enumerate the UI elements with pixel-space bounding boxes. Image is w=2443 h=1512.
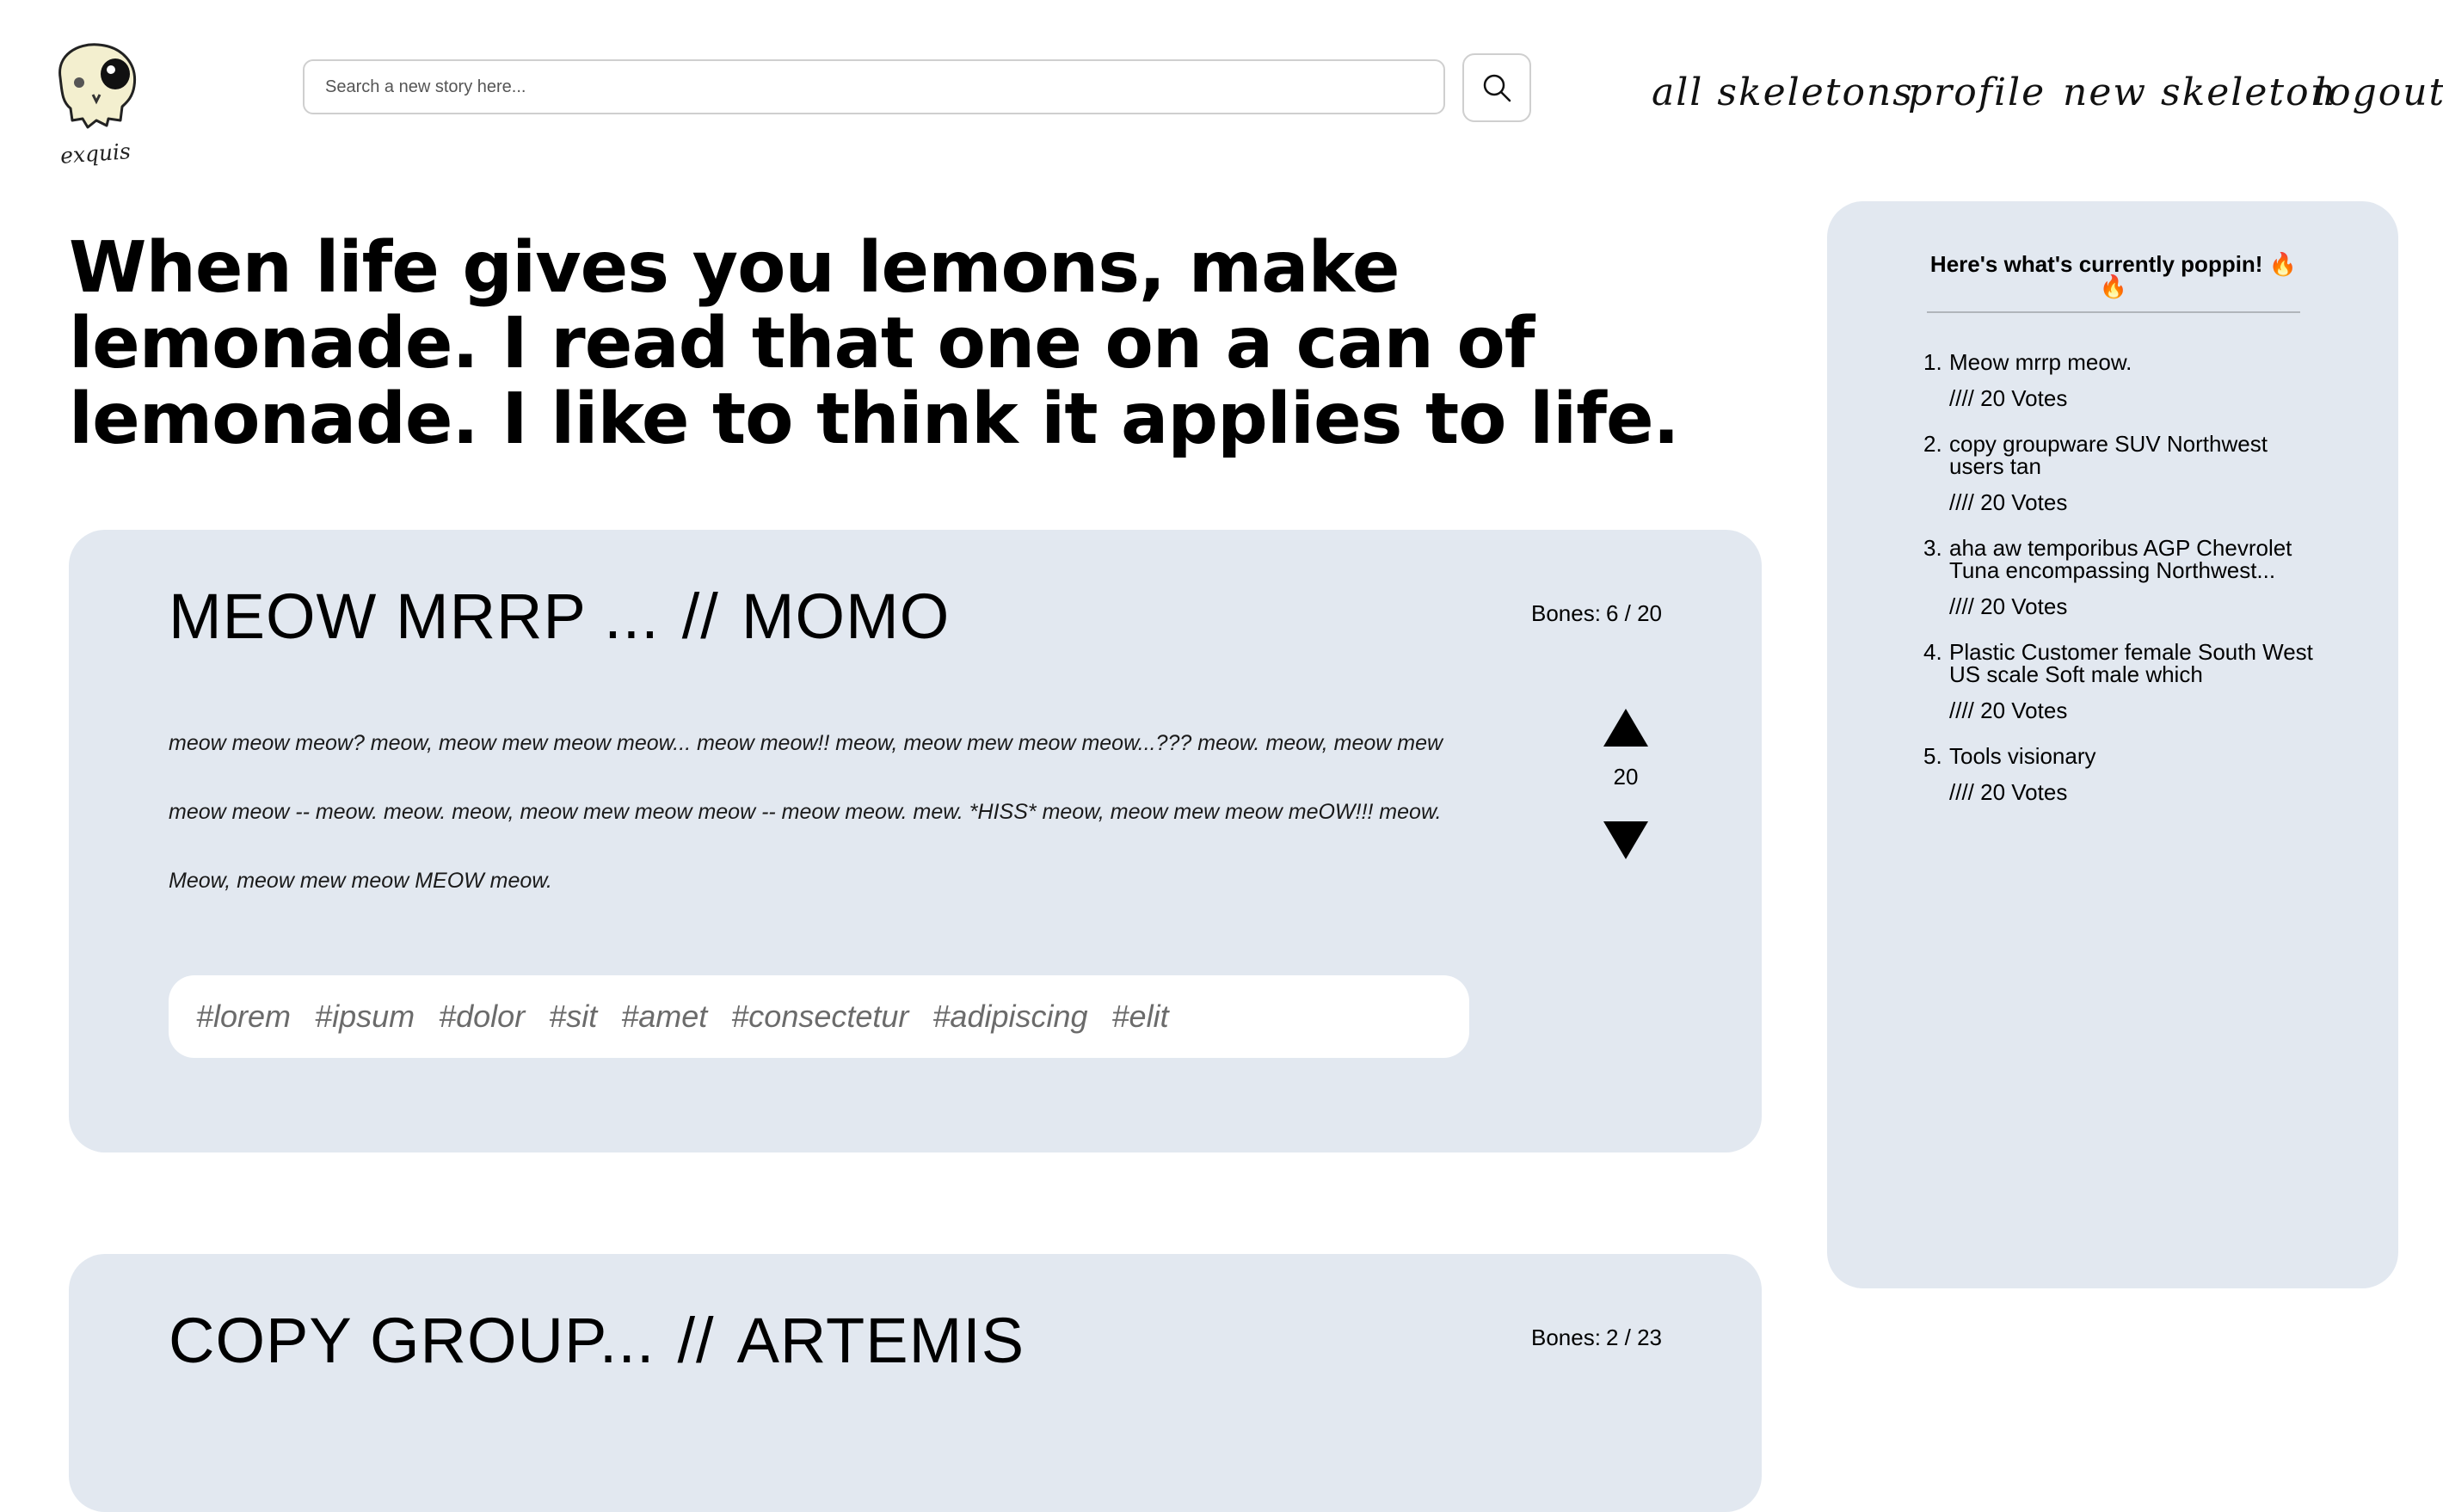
sidebar-divider: [1927, 311, 2300, 313]
bones-value: 6 / 20: [1605, 600, 1662, 626]
trending-title: Meow mrrp meow.: [1949, 349, 2132, 375]
tag[interactable]: #consectetur: [731, 999, 908, 1035]
trending-rank: 4.: [1923, 639, 1942, 665]
story-card[interactable]: COPY GROUP... // ARTEMIS Bones: 2 / 23: [69, 1254, 1762, 1512]
search-button[interactable]: [1462, 53, 1531, 122]
bones-label: Bones:: [1530, 600, 1601, 626]
vote-count: 20: [1613, 764, 1639, 790]
logo-text: exquis: [59, 138, 132, 169]
trending-item[interactable]: 2. copy groupware SUV Northwest users ta…: [1923, 433, 2328, 516]
upvote-arrow-icon[interactable]: [1603, 709, 1648, 747]
tag-bar: #lorem #ipsum #dolor #sit #amet #consect…: [169, 975, 1469, 1058]
story-title[interactable]: COPY GROUP... // ARTEMIS: [169, 1304, 1025, 1377]
trending-votes: //// 20 Votes: [1949, 385, 2068, 411]
title-separator: //: [677, 1305, 715, 1376]
tag[interactable]: #elit: [1112, 999, 1169, 1035]
tag[interactable]: #sit: [549, 999, 597, 1035]
tag[interactable]: #amet: [621, 999, 707, 1035]
trending-votes: //// 20 Votes: [1949, 779, 2068, 805]
search-input[interactable]: [305, 61, 1443, 113]
trending-item[interactable]: 4. Plastic Customer female South West US…: [1923, 641, 2328, 724]
story-text: meow meow meow? meow, meow mew meow meow…: [169, 731, 1443, 893]
trending-rank: 1.: [1923, 349, 1942, 375]
bones-value: 2 / 23: [1605, 1325, 1662, 1350]
search-icon: [1483, 74, 1511, 102]
logo[interactable]: exquis: [48, 38, 143, 184]
story-title-text: COPY GROUP...: [169, 1305, 655, 1376]
skull-logo-icon: [58, 43, 137, 129]
trending-item[interactable]: 1. Meow mrrp meow. //// 20 Votes: [1923, 351, 2328, 412]
trending-votes: //// 20 Votes: [1949, 698, 2068, 723]
bones-count: Bones: 6 / 20: [1531, 600, 1662, 627]
trending-rank: 2.: [1923, 431, 1942, 457]
trending-votes: //// 20 Votes: [1949, 593, 2068, 619]
tag[interactable]: #ipsum: [315, 999, 415, 1035]
trending-title: aha aw temporibus AGP Chevrolet Tuna enc…: [1949, 535, 2292, 583]
trending-title: copy groupware SUV Northwest users tan: [1949, 431, 2268, 479]
trending-title: Tools visionary: [1949, 743, 2096, 769]
vote-widget: 20: [1602, 709, 1650, 859]
title-separator: //: [681, 581, 719, 652]
trending-sidebar: Here's what's currently poppin! 🔥🔥 1. Me…: [1827, 201, 2398, 1288]
trending-item[interactable]: 3. aha aw temporibus AGP Chevrolet Tuna …: [1923, 537, 2328, 620]
downvote-arrow-icon[interactable]: [1603, 821, 1648, 859]
story-title-text: MEOW MRRP ...: [169, 581, 660, 652]
nav-profile[interactable]: profile: [1908, 62, 2046, 122]
trending-votes: //// 20 Votes: [1949, 489, 2068, 515]
story-title[interactable]: MEOW MRRP ... // MOMO: [169, 580, 950, 653]
nav-new-skeleton[interactable]: new skeleton: [2063, 62, 2336, 122]
search-box: [303, 59, 1445, 114]
bones-count: Bones: 2 / 23: [1531, 1325, 1662, 1351]
tag[interactable]: #dolor: [439, 999, 525, 1035]
nav-logout[interactable]: logout: [2314, 62, 2443, 122]
tag[interactable]: #lorem: [196, 999, 291, 1035]
trending-rank: 5.: [1923, 743, 1942, 769]
tag[interactable]: #adipiscing: [932, 999, 1087, 1035]
story-card[interactable]: MEOW MRRP ... // MOMO Bones: 6 / 20 meow me…: [69, 530, 1762, 1152]
story-author: MOMO: [741, 581, 951, 652]
bones-label: Bones:: [1530, 1325, 1601, 1350]
trending-rank: 3.: [1923, 535, 1942, 561]
trending-title: Plastic Customer female South West US sc…: [1949, 639, 2313, 687]
sidebar-title: Here's what's currently poppin! 🔥🔥: [1929, 251, 2298, 299]
nav-all-skeletons[interactable]: all skeletons: [1652, 62, 1914, 122]
story-author: ARTEMIS: [736, 1305, 1025, 1376]
trending-list: 1. Meow mrrp meow. //// 20 Votes 2. copy…: [1923, 351, 2328, 827]
page-headline: When life gives you lemons, make lemonad…: [69, 227, 1680, 460]
trending-item[interactable]: 5. Tools visionary //// 20 Votes: [1923, 745, 2328, 806]
